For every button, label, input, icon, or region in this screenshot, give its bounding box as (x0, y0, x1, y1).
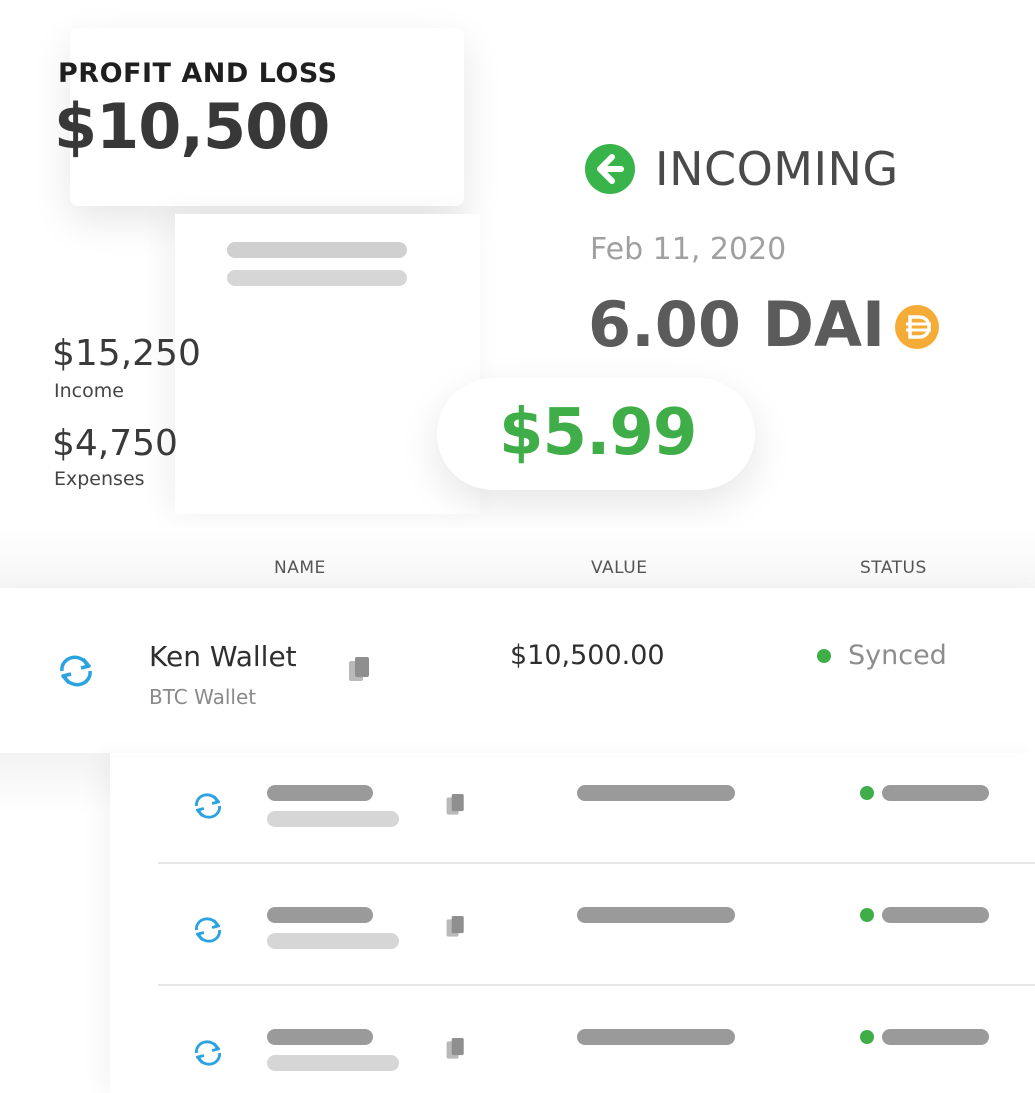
placeholder-bar (577, 1029, 735, 1045)
row-divider (158, 862, 1035, 864)
placeholder-bar (267, 1055, 399, 1071)
usd-value: $5.99 (499, 396, 697, 470)
sync-icon[interactable] (54, 654, 98, 692)
placeholder-bar (267, 907, 373, 923)
placeholder-bar (267, 1029, 373, 1045)
arrow-left-circle-icon (585, 144, 635, 194)
column-header-status[interactable]: STATUS (860, 558, 927, 578)
wallet-value: $10,500.00 (510, 640, 665, 671)
status-dot (860, 908, 874, 922)
copy-icon[interactable] (346, 655, 374, 691)
status-dot (860, 786, 874, 800)
copy-icon[interactable] (444, 914, 468, 946)
placeholder-bar (267, 785, 373, 801)
placeholder-bar (577, 785, 735, 801)
status-synced-dot (817, 649, 831, 663)
profit-loss-title: PROFIT AND LOSS (58, 58, 338, 89)
placeholder-bar (267, 811, 399, 827)
placeholder-bar (227, 242, 407, 258)
placeholder-bar (577, 907, 735, 923)
row-divider (158, 984, 1035, 986)
sync-icon[interactable] (190, 792, 226, 824)
sync-icon[interactable] (190, 1039, 226, 1071)
income-label: Income (54, 380, 124, 402)
copy-icon[interactable] (444, 1036, 468, 1068)
column-header-name[interactable]: NAME (274, 558, 326, 578)
dai-icon (895, 305, 939, 349)
status-text: Synced (848, 640, 947, 671)
sync-icon[interactable] (190, 916, 226, 948)
placeholder-bar (882, 907, 989, 923)
placeholder-bar (882, 785, 989, 801)
placeholder-bar (227, 270, 407, 286)
incoming-amount: 6.00 DAI (588, 288, 886, 361)
copy-icon[interactable] (444, 792, 468, 824)
wallet-type: BTC Wallet (149, 685, 257, 709)
incoming-title: INCOMING (655, 142, 899, 196)
column-header-value[interactable]: VALUE (591, 558, 647, 578)
wallet-name: Ken Wallet (149, 640, 297, 673)
income-expenses-card (175, 214, 480, 514)
expenses-label: Expenses (54, 468, 145, 490)
status-dot (860, 1030, 874, 1044)
placeholder-bar (882, 1029, 989, 1045)
placeholder-bar (267, 933, 399, 949)
income-value: $15,250 (52, 333, 201, 374)
incoming-date: Feb 11, 2020 (590, 232, 787, 267)
usd-value-pill: $5.99 (437, 378, 755, 490)
profit-loss-amount: $10,500 (54, 90, 330, 163)
expenses-value: $4,750 (52, 423, 178, 464)
